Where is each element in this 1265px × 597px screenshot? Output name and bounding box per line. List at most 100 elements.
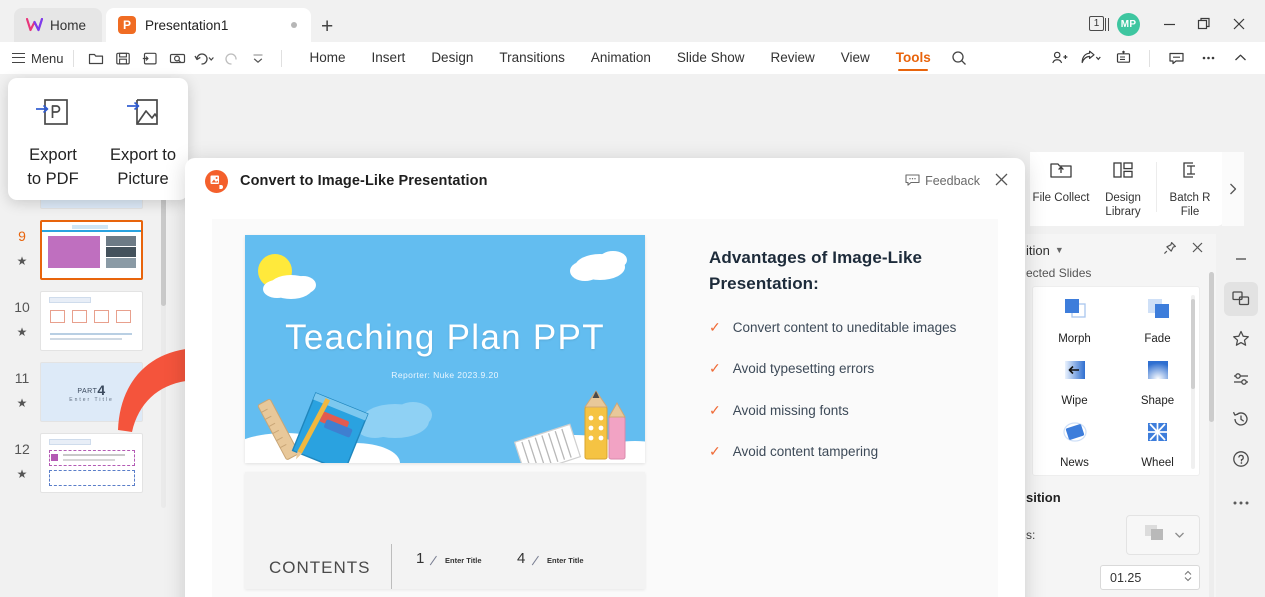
tab-tools[interactable]: Tools xyxy=(883,42,944,74)
design-library-button[interactable]: DesignLibrary xyxy=(1092,158,1154,220)
more-icon[interactable] xyxy=(1224,486,1258,520)
presentation-file-icon: P xyxy=(118,16,136,34)
transition-label: Fade xyxy=(1144,333,1170,345)
dialog-title: Convert to Image-Like Presentation xyxy=(240,173,488,189)
slide-thumbnail[interactable]: PART4 Enter Title xyxy=(40,362,143,422)
check-icon: ✓ xyxy=(709,320,721,335)
slide-thumbnail[interactable] xyxy=(40,291,143,351)
present-icon[interactable] xyxy=(1108,45,1138,71)
export-to-pdf-label: Exportto PDF xyxy=(27,144,78,192)
effect-options-label: s: xyxy=(1026,528,1064,542)
avatar[interactable]: MP xyxy=(1117,13,1140,36)
app-body: 7 ★ 8 ★ PART3 xyxy=(0,74,1265,597)
transition-morph[interactable]: Morph xyxy=(1033,295,1116,357)
batch-rename-button[interactable]: Batch RFile xyxy=(1159,158,1221,220)
slide-preview-title: Teaching Plan PPT xyxy=(245,318,645,358)
list-item[interactable]: 12 ★ xyxy=(0,433,168,504)
transition-panel-icon[interactable] xyxy=(1224,282,1258,316)
transition-wheel[interactable]: Wheel xyxy=(1116,419,1199,481)
transition-label: Wipe xyxy=(1061,395,1087,407)
export-to-picture-button[interactable]: Export toPicture xyxy=(98,78,188,200)
search-icon[interactable] xyxy=(944,45,974,71)
star-icon[interactable]: ★ xyxy=(4,468,40,480)
home-tab[interactable]: Home xyxy=(14,8,102,42)
tab-slide-show[interactable]: Slide Show xyxy=(664,42,758,74)
open-folder-icon[interactable] xyxy=(83,46,110,70)
file-collect-button[interactable]: File Collect xyxy=(1030,158,1092,205)
slide-thumbnail-selected[interactable] xyxy=(40,220,143,280)
gallery-scrollbar-thumb[interactable] xyxy=(1191,299,1195,389)
menu-button[interactable]: Menu xyxy=(12,51,64,66)
more-icon[interactable] xyxy=(1193,45,1223,71)
check-icon: ✓ xyxy=(709,361,721,376)
chevron-down-icon[interactable]: ▼ xyxy=(1055,245,1064,255)
history-icon[interactable] xyxy=(1224,402,1258,436)
advantage-text: Avoid missing fonts xyxy=(733,403,849,418)
star-icon[interactable]: ★ xyxy=(4,397,40,409)
scrollbar-thumb[interactable] xyxy=(1209,272,1214,422)
panel-scrollbar[interactable] xyxy=(1209,272,1214,597)
stepper-arrows-icon[interactable] xyxy=(1183,568,1193,587)
transition-wipe[interactable]: Wipe xyxy=(1033,357,1116,419)
print-preview-icon[interactable] xyxy=(164,46,191,70)
save-as-icon[interactable] xyxy=(137,46,164,70)
close-icon[interactable] xyxy=(1223,12,1255,36)
duration-stepper[interactable]: 01.25 xyxy=(1100,565,1200,590)
plus-icon[interactable]: + xyxy=(321,16,333,37)
tab-review[interactable]: Review xyxy=(757,42,827,74)
export-flyout-menu: Exportto PDF Export toPicture xyxy=(8,78,188,200)
contents-item-number: 4 xyxy=(517,550,525,567)
pin-icon[interactable] xyxy=(1163,241,1177,260)
help-icon[interactable] xyxy=(1224,442,1258,476)
close-icon[interactable] xyxy=(994,172,1009,190)
unsaved-dot-icon xyxy=(291,22,297,28)
star-icon[interactable]: ★ xyxy=(4,255,40,267)
list-item: ✓ Avoid content tampering xyxy=(709,444,979,459)
tab-view[interactable]: View xyxy=(828,42,883,74)
maximize-icon[interactable] xyxy=(1188,12,1220,36)
collapse-ribbon-icon[interactable] xyxy=(1225,45,1255,71)
tab-animation[interactable]: Animation xyxy=(578,42,664,74)
slide-count-badge[interactable]: 1 xyxy=(1088,14,1110,34)
effect-options-dropdown[interactable] xyxy=(1126,515,1200,555)
transition-gallery[interactable]: Morph Fade xyxy=(1032,286,1200,476)
comment-icon[interactable] xyxy=(1161,45,1191,71)
tab-insert[interactable]: Insert xyxy=(359,42,419,74)
divider xyxy=(1156,162,1157,212)
tools-ribbon-group: File Collect DesignLibrary xyxy=(1030,152,1225,226)
contents-item-number: 1 xyxy=(416,550,424,567)
thumbnail-meta: 9 ★ xyxy=(4,220,40,267)
star-icon[interactable]: ★ xyxy=(4,326,40,338)
tab-home[interactable]: Home xyxy=(297,42,359,74)
transition-shape[interactable]: Shape xyxy=(1116,357,1199,419)
list-item[interactable]: 10 ★ xyxy=(0,291,168,362)
list-item: ✓ Avoid missing fonts xyxy=(709,403,979,418)
chevron-right-icon[interactable] xyxy=(1222,152,1244,226)
more-commands-icon[interactable] xyxy=(245,46,272,70)
undo-icon[interactable] xyxy=(191,46,218,70)
transition-label: Wheel xyxy=(1141,457,1174,469)
properties-sliders-icon[interactable] xyxy=(1224,362,1258,396)
transition-news[interactable]: News xyxy=(1033,419,1116,481)
export-to-pdf-button[interactable]: Exportto PDF xyxy=(8,78,98,200)
advantages-section: Advantages of Image-Like Presentation: ✓… xyxy=(709,245,979,486)
list-item[interactable]: 9 ★ xyxy=(0,220,168,291)
minimize-icon[interactable] xyxy=(1153,12,1185,36)
share-user-icon[interactable] xyxy=(1044,45,1074,71)
feedback-button[interactable]: Feedback xyxy=(905,173,980,190)
share-icon[interactable] xyxy=(1076,45,1106,71)
save-icon[interactable] xyxy=(110,46,137,70)
check-icon: ✓ xyxy=(709,403,721,418)
close-icon[interactable] xyxy=(1191,241,1204,259)
list-item[interactable]: 11 ★ PART4 Enter Title xyxy=(0,362,168,433)
fade-transition-icon xyxy=(1142,295,1174,330)
slide-thumbnail[interactable] xyxy=(40,433,143,493)
redo-icon xyxy=(218,46,245,70)
animation-star-icon[interactable] xyxy=(1224,322,1258,356)
tab-transitions[interactable]: Transitions xyxy=(486,42,578,74)
collapse-icon[interactable] xyxy=(1224,242,1258,276)
transition-fade[interactable]: Fade xyxy=(1116,295,1199,357)
transition-label: Morph xyxy=(1058,333,1091,345)
document-tab[interactable]: P Presentation1 xyxy=(106,8,311,42)
tab-design[interactable]: Design xyxy=(418,42,486,74)
